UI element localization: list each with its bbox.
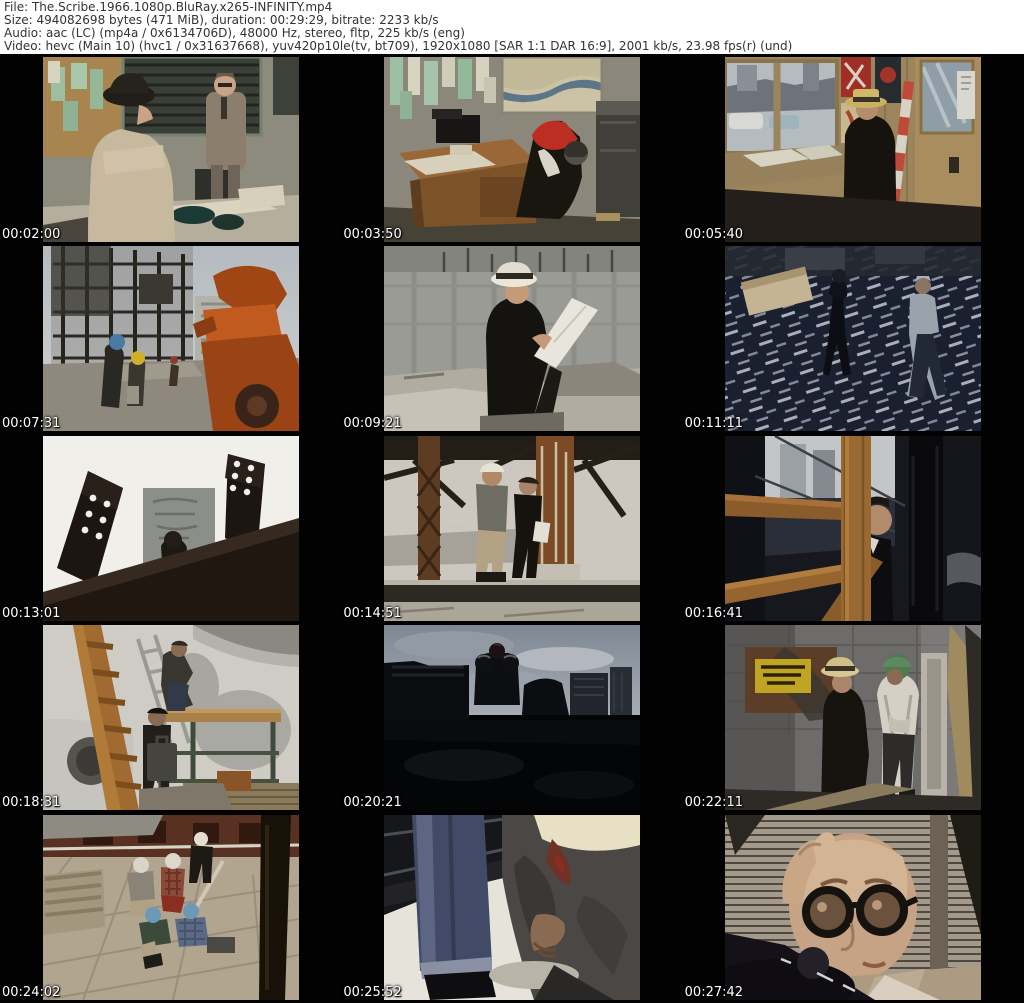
file-info-header: File: The.Scribe.1966.1080p.BluRay.x265-… (0, 0, 1024, 54)
timestamp-label: 00:27:42 (685, 986, 743, 999)
timestamp-label: 00:25:52 (343, 986, 401, 999)
thumbnail-cell: 00:02:00 (0, 54, 341, 244)
timestamp-label: 00:02:00 (2, 228, 60, 241)
thumbnail-cell: 00:14:51 (341, 433, 682, 623)
thumbnail-cell: 00:27:42 (683, 812, 1024, 1002)
timestamp-label: 00:03:50 (343, 228, 401, 241)
video-info-line: Video: hevc (Main 10) (hvc1 / 0x31637668… (4, 40, 1020, 53)
timestamp-label: 00:07:31 (2, 417, 60, 430)
thumbnail-image-1 (43, 57, 299, 242)
timestamp-label: 00:18:31 (2, 796, 60, 809)
thumbnail-image-4 (43, 246, 299, 431)
thumbnail-image-7 (43, 436, 299, 621)
thumbnail-image-5 (384, 246, 640, 431)
thumbnail-cell: 00:18:31 (0, 623, 341, 813)
file-name-line: File: The.Scribe.1966.1080p.BluRay.x265-… (4, 1, 1020, 14)
thumbnail-cell: 00:22:11 (683, 623, 1024, 813)
audio-info-line: Audio: aac (LC) (mp4a / 0x6134706D), 480… (4, 27, 1020, 40)
thumbnail-cell: 00:13:01 (0, 433, 341, 623)
timestamp-label: 00:20:21 (343, 796, 401, 809)
thumbnail-cell: 00:24:02 (0, 812, 341, 1002)
thumbnail-image-13 (43, 815, 299, 1000)
thumbnail-cell: 00:03:50 (341, 54, 682, 244)
thumbnail-image-9 (725, 436, 981, 621)
thumbnail-cell: 00:20:21 (341, 623, 682, 813)
thumbnail-image-15 (725, 815, 981, 1000)
timestamp-label: 00:11:11 (685, 417, 743, 430)
thumbnail-image-3 (725, 57, 981, 242)
thumbnail-image-8 (384, 436, 640, 621)
thumbnail-cell: 00:11:11 (683, 244, 1024, 434)
thumbnail-image-14 (384, 815, 640, 1000)
thumbnail-cell: 00:25:52 (341, 812, 682, 1002)
timestamp-label: 00:16:41 (685, 607, 743, 620)
timestamp-label: 00:05:40 (685, 228, 743, 241)
file-size-line: Size: 494082698 bytes (471 MiB), duratio… (4, 14, 1020, 27)
thumbnail-image-6 (725, 246, 981, 431)
thumbnail-cell: 00:07:31 (0, 244, 341, 434)
thumbnail-cell: 00:05:40 (683, 54, 1024, 244)
thumbnail-cell: 00:16:41 (683, 433, 1024, 623)
timestamp-label: 00:22:11 (685, 796, 743, 809)
timestamp-label: 00:14:51 (343, 607, 401, 620)
thumbnail-image-11 (384, 625, 640, 810)
thumbnail-cell: 00:09:21 (341, 244, 682, 434)
thumbnail-grid: 00:02:00 (0, 54, 1024, 1003)
thumbnail-image-10 (43, 625, 299, 810)
timestamp-label: 00:09:21 (343, 417, 401, 430)
timestamp-label: 00:24:02 (2, 986, 60, 999)
thumbnail-image-2 (384, 57, 640, 242)
timestamp-label: 00:13:01 (2, 607, 60, 620)
thumbnail-image-12 (725, 625, 981, 810)
